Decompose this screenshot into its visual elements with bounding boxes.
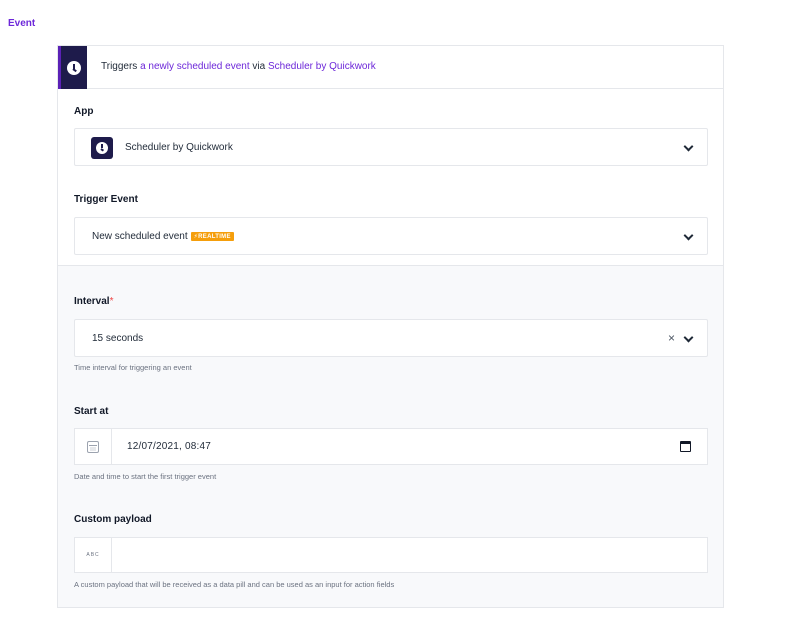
app-label: App [74,106,94,117]
chevron-down-icon[interactable] [684,143,692,151]
trigger-event-label: Trigger Event [74,194,138,205]
event-card: Triggers a newly scheduled event via Sch… [57,45,724,608]
summary-via: via [252,61,266,72]
trigger-settings-section: Interval* 15 seconds × Time interval for… [58,265,723,607]
interval-label: Interval* [74,296,113,307]
app-select-value: Scheduler by Quickwork [125,142,233,153]
trigger-summary-header[interactable]: Triggers a newly scheduled event via Sch… [58,46,723,89]
start-at-help-text: Date and time to start the first trigger… [74,472,217,481]
section-title: Event [8,18,36,29]
trigger-event-select[interactable]: New scheduled event ⚡REALTIME [74,217,708,255]
custom-payload-input[interactable] [115,542,700,568]
app-select[interactable]: Scheduler by Quickwork [74,128,708,166]
interval-select[interactable]: 15 seconds × [74,319,708,357]
app-config-section: App Scheduler by Quickwork Trigger Event… [58,90,723,264]
trigger-event-value: New scheduled event ⚡REALTIME [92,231,234,242]
chevron-down-icon[interactable] [684,232,692,240]
summary-app-link[interactable]: Scheduler by Quickwork [268,61,376,72]
custom-payload-label: Custom payload [74,514,152,525]
interval-label-text: Interval [74,296,110,307]
interval-help-text: Time interval for triggering an event [74,363,192,372]
app-logo [91,137,113,159]
datetime-type-prefix [75,429,112,464]
summary-prefix: Triggers [101,61,138,72]
summary-event-link[interactable]: a newly scheduled event [140,61,250,72]
chevron-down-icon[interactable] [684,334,692,342]
custom-payload-input-wrapper[interactable]: ABC [74,537,708,573]
start-at-value: 12/07/2021, 08:47 [127,441,212,452]
calendar-icon[interactable] [680,441,691,452]
interval-value: 15 seconds [92,333,144,344]
start-at-datetime-input[interactable]: 12/07/2021, 08:47 [74,428,708,465]
realtime-badge: ⚡REALTIME [190,232,234,241]
trigger-summary-text: Triggers a newly scheduled event via Sch… [101,61,376,72]
calendar-grid-icon [87,440,99,453]
realtime-badge-text: REALTIME [198,234,231,240]
trigger-event-name: New scheduled event [92,231,188,242]
clock-icon [67,60,81,75]
clear-icon[interactable]: × [668,331,675,345]
custom-payload-help-text: A custom payload that will be received a… [74,580,395,589]
text-type-prefix: ABC [75,538,112,572]
scheduler-logo [61,46,87,89]
start-at-label: Start at [74,406,109,417]
clock-icon [96,142,108,154]
required-mark: * [109,296,114,307]
